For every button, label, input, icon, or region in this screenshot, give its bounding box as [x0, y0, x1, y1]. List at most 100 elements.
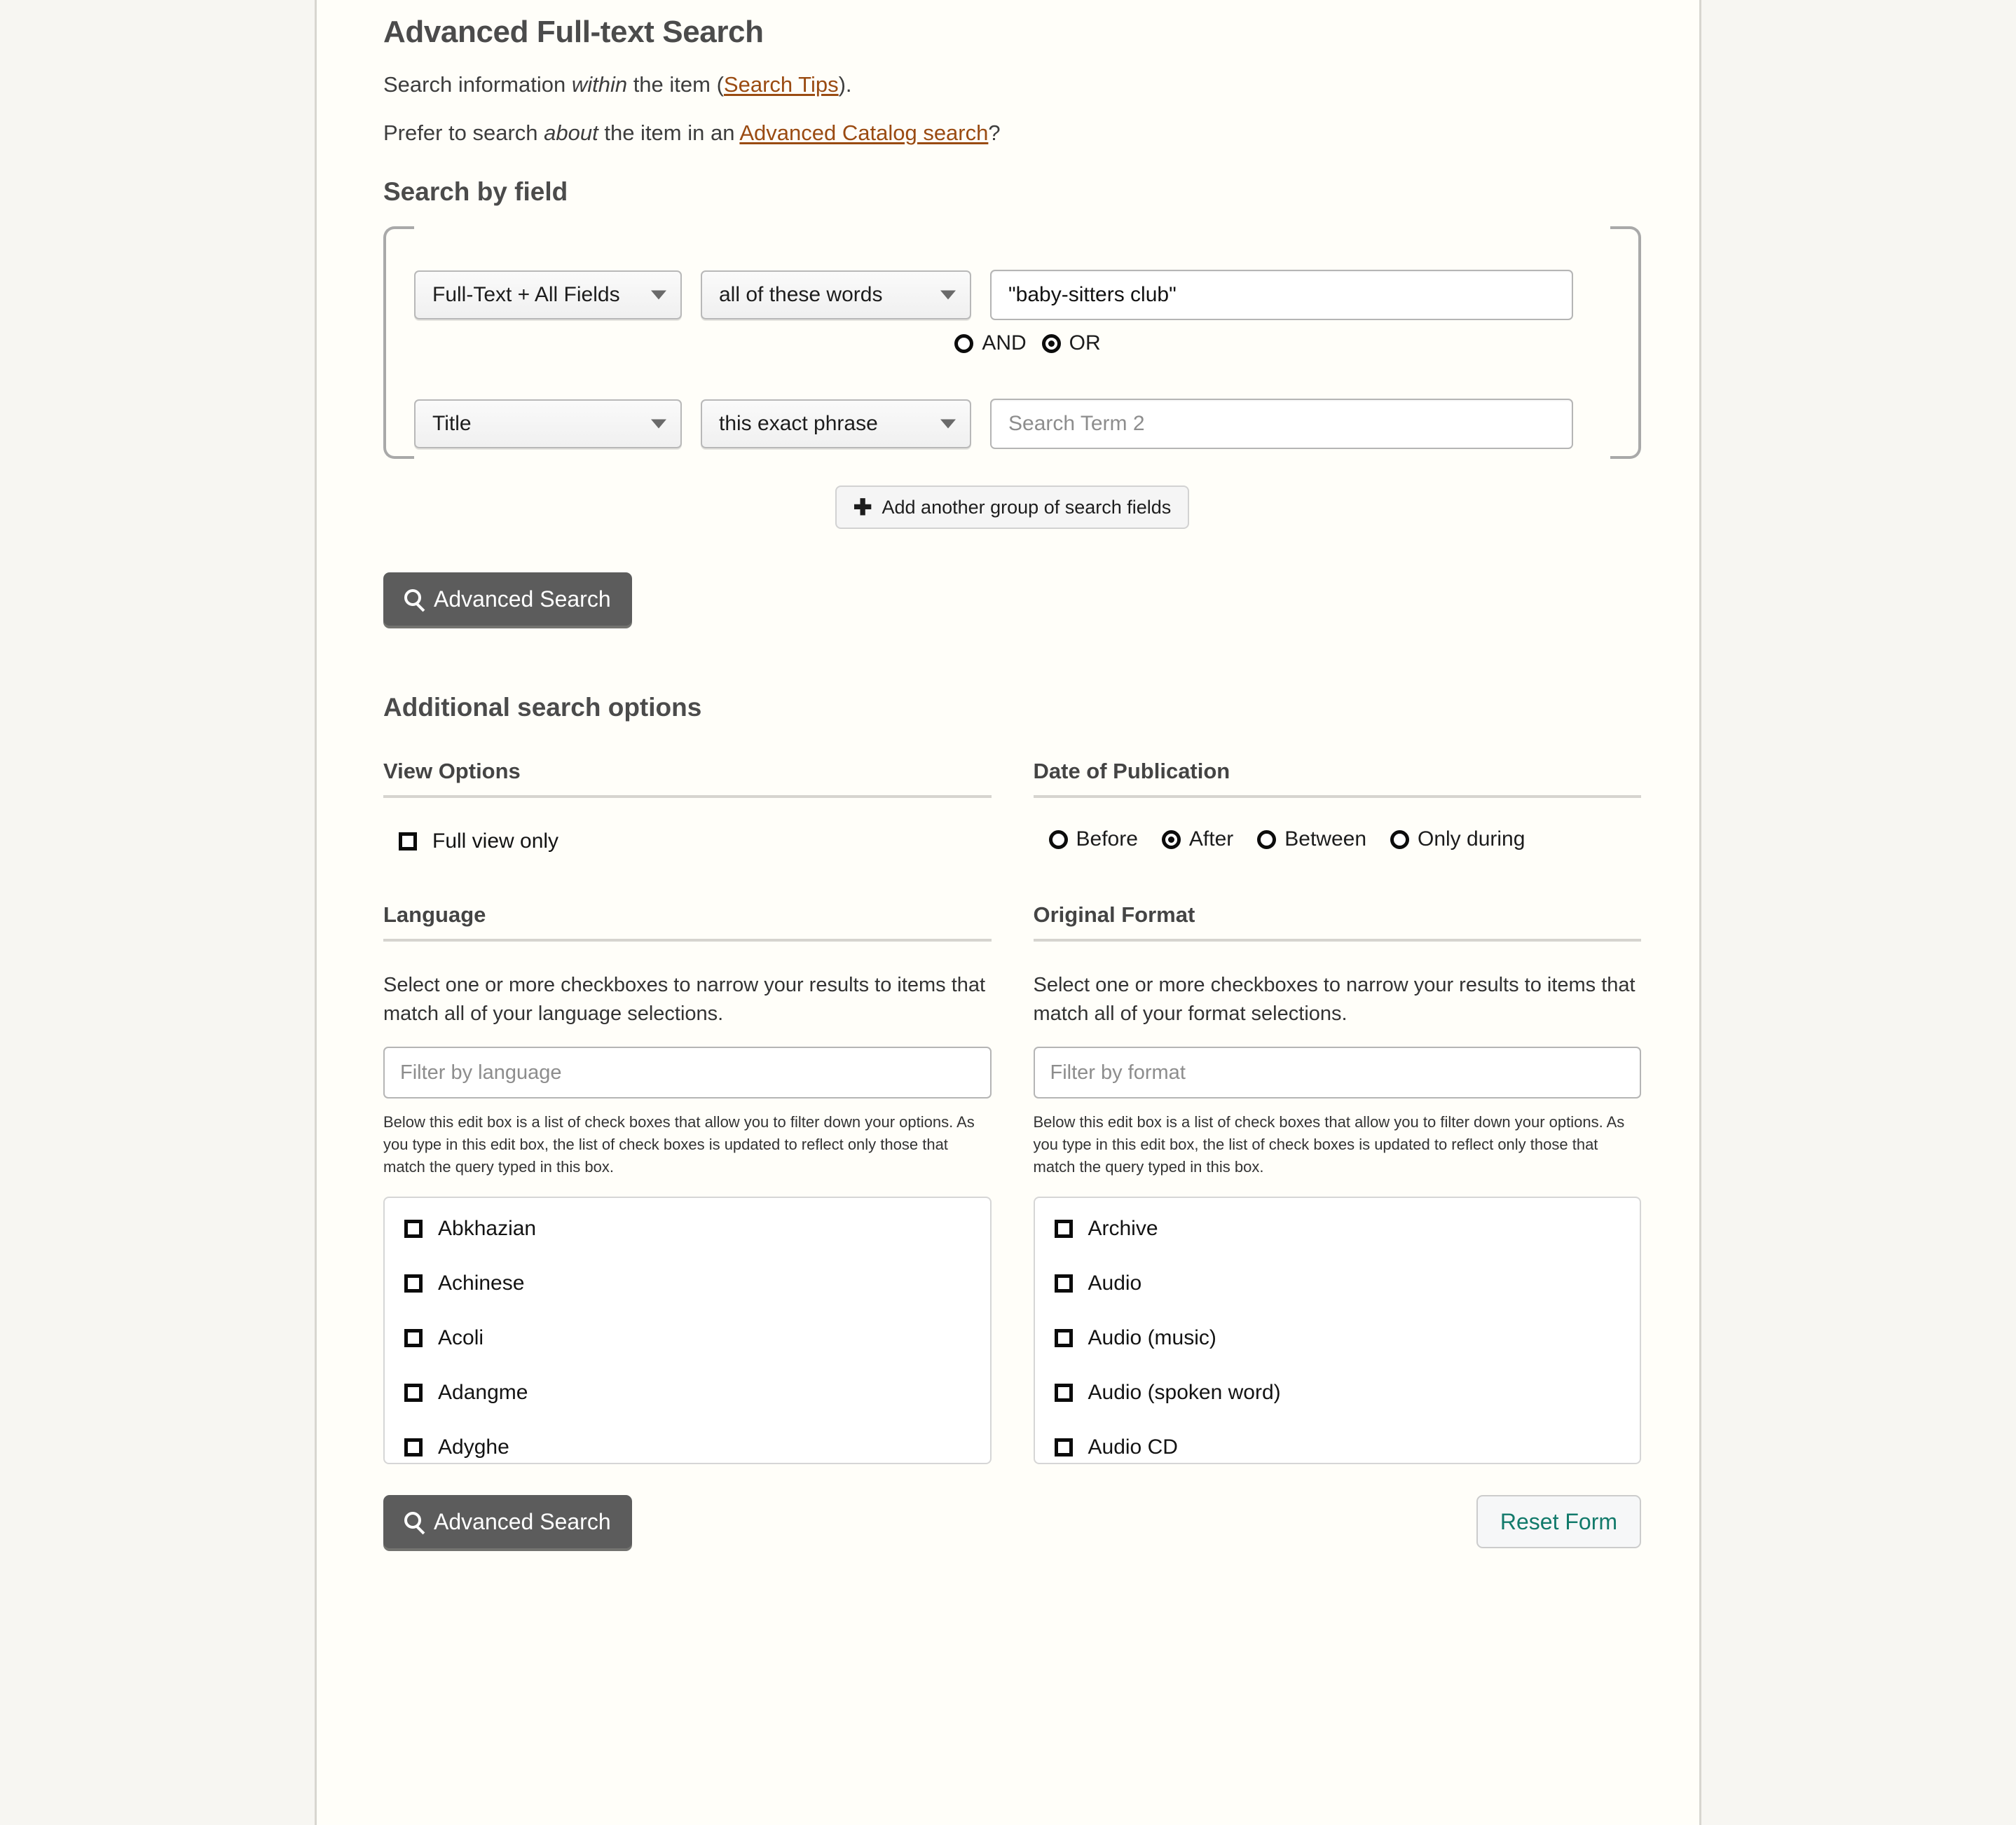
- list-item-label: Abkhazian: [438, 1216, 537, 1240]
- format-micro-help: Below this edit box is a list of check b…: [1033, 1113, 1625, 1176]
- add-group-row: ✚ Add another group of search fields: [383, 485, 1641, 530]
- boolean-option-and-label: AND: [982, 331, 1027, 355]
- field-select-2[interactable]: Title: [414, 399, 682, 449]
- lede-2-post: ?: [988, 120, 1001, 146]
- list-item[interactable]: Archive: [1035, 1215, 1640, 1242]
- chevron-down-icon: [651, 419, 666, 429]
- lede-1-pre: Search information: [383, 72, 572, 97]
- original-format-description: Select one or more checkboxes to narrow …: [1033, 974, 1636, 1026]
- checkbox-icon[interactable]: [1054, 1438, 1073, 1456]
- page-title: Advanced Full-text Search: [383, 15, 764, 49]
- radio-and-icon[interactable]: [954, 333, 974, 353]
- checkbox-icon[interactable]: [1054, 1383, 1073, 1402]
- list-item[interactable]: Audio: [1035, 1269, 1640, 1297]
- list-item-label: Achinese: [438, 1271, 525, 1295]
- lede-1-post: ).: [838, 72, 852, 97]
- date-option-only-during-label: Only during: [1418, 827, 1525, 851]
- lede-1-mid: the item (: [627, 72, 724, 97]
- date-option-after[interactable]: After: [1161, 827, 1234, 851]
- date-option-before-label: Before: [1076, 827, 1138, 851]
- checkbox-icon[interactable]: [399, 832, 417, 850]
- date-option-after-label: After: [1188, 827, 1234, 851]
- search-term-input-1[interactable]: "baby-sitters club": [990, 270, 1573, 321]
- search-row-2: Title this exact phrase Search Term 2: [414, 399, 1573, 450]
- checkbox-icon[interactable]: [1054, 1219, 1073, 1238]
- language-heading: Language: [383, 902, 992, 942]
- view-options-list: Full view only: [383, 827, 992, 855]
- options-row-1: View Options Full view only Date of Publ…: [383, 759, 1641, 855]
- additional-options-heading: Additional search options: [383, 693, 702, 722]
- boolean-option-or-label: OR: [1069, 331, 1101, 355]
- search-tips-link[interactable]: Search Tips: [724, 72, 839, 97]
- radio-only-during-icon[interactable]: [1390, 829, 1409, 849]
- date-of-publication-column: Date of Publication Before After Between…: [1033, 759, 1642, 855]
- checkbox-icon[interactable]: [404, 1274, 423, 1293]
- search-term-input-2[interactable]: Search Term 2: [990, 399, 1573, 450]
- list-item[interactable]: Abkhazian: [385, 1215, 990, 1242]
- operator-select-2[interactable]: this exact phrase: [701, 399, 971, 449]
- date-option-between[interactable]: Between: [1257, 827, 1366, 851]
- checkbox-icon[interactable]: [1054, 1328, 1073, 1347]
- language-checkbox-list[interactable]: Abkhazian Achinese Acoli Adangme Adyghe …: [383, 1197, 992, 1465]
- lede-line-2: Prefer to search about the item in an Ad…: [383, 118, 1641, 148]
- boolean-option-or[interactable]: OR: [1041, 331, 1101, 355]
- date-of-publication-heading: Date of Publication: [1033, 759, 1641, 799]
- list-item-label: Audio CD: [1088, 1435, 1178, 1459]
- format-checkbox-list[interactable]: Archive Audio Audio (music) Audio (spoke…: [1033, 1197, 1641, 1465]
- list-item[interactable]: Audio (music): [1035, 1324, 1640, 1351]
- advanced-search-button-top[interactable]: Advanced Search: [383, 572, 632, 626]
- date-option-before[interactable]: Before: [1048, 827, 1138, 851]
- original-format-heading: Original Format: [1033, 902, 1641, 942]
- view-options-heading: View Options: [383, 759, 992, 799]
- radio-or-icon[interactable]: [1041, 333, 1061, 353]
- reset-form-label: Reset Form: [1500, 1508, 1617, 1534]
- list-item-label: Adangme: [438, 1380, 528, 1404]
- list-item[interactable]: Achinese: [385, 1269, 990, 1297]
- date-option-only-during[interactable]: Only during: [1390, 827, 1525, 851]
- field-select-2-value: Title: [432, 412, 472, 436]
- checkbox-icon[interactable]: [404, 1328, 423, 1347]
- plus-icon: ✚: [853, 495, 872, 521]
- date-of-publication-options: Before After Between Only during: [1034, 827, 1642, 851]
- checkbox-icon[interactable]: [404, 1438, 423, 1456]
- chevron-down-icon: [651, 290, 666, 300]
- operator-select-1[interactable]: all of these words: [701, 270, 971, 320]
- lede-1-emphasis: within: [571, 72, 628, 97]
- footer-button-row: Advanced Search Reset Form: [383, 1495, 1641, 1549]
- list-item[interactable]: Audio CD: [1035, 1433, 1640, 1461]
- language-filter-input[interactable]: Filter by language: [383, 1047, 992, 1099]
- field-select-1-value: Full-Text + All Fields: [432, 283, 620, 307]
- original-format-column: Original Format Select one or more check…: [1033, 902, 1641, 1465]
- list-item[interactable]: Audio (spoken word): [1035, 1379, 1640, 1406]
- full-view-only-label: Full view only: [432, 829, 559, 853]
- list-item[interactable]: Adyghe: [385, 1433, 990, 1461]
- add-search-group-label: Add another group of search fields: [882, 496, 1172, 518]
- advanced-catalog-search-link[interactable]: Advanced Catalog search: [739, 120, 988, 145]
- list-item[interactable]: Adangme: [385, 1379, 990, 1406]
- search-icon: [404, 1512, 421, 1529]
- lede-2-pre: Prefer to search: [383, 120, 544, 146]
- checkbox-icon[interactable]: [404, 1219, 423, 1238]
- search-icon: [404, 589, 421, 607]
- lede-2-mid: the item in an: [598, 120, 740, 146]
- page-root: Advanced Full-text Search Search informa…: [0, 0, 2016, 1825]
- chevron-down-icon: [940, 419, 956, 429]
- add-search-group-button[interactable]: ✚ Add another group of search fields: [835, 485, 1190, 530]
- format-filter-input[interactable]: Filter by format: [1033, 1047, 1641, 1099]
- radio-between-icon[interactable]: [1257, 829, 1277, 849]
- content-panel: Advanced Full-text Search Search informa…: [315, 0, 1701, 1825]
- checkbox-full-view-only[interactable]: Full view only: [399, 827, 992, 855]
- list-item[interactable]: Acoli: [385, 1324, 990, 1351]
- field-select-1[interactable]: Full-Text + All Fields: [414, 270, 682, 320]
- search-row-1: Full-Text + All Fields all of these word…: [414, 270, 1573, 321]
- language-filter-placeholder: Filter by language: [400, 1061, 562, 1084]
- radio-after-icon[interactable]: [1161, 829, 1181, 849]
- search-term-1-value: "baby-sitters club": [1008, 283, 1177, 307]
- boolean-option-and[interactable]: AND: [954, 331, 1027, 355]
- reset-form-button[interactable]: Reset Form: [1476, 1495, 1641, 1549]
- checkbox-icon[interactable]: [404, 1383, 423, 1402]
- radio-before-icon[interactable]: [1048, 829, 1068, 849]
- content-inner: Advanced Full-text Search Search informa…: [383, 0, 1641, 1549]
- checkbox-icon[interactable]: [1054, 1274, 1073, 1293]
- advanced-search-button-bottom[interactable]: Advanced Search: [383, 1495, 632, 1549]
